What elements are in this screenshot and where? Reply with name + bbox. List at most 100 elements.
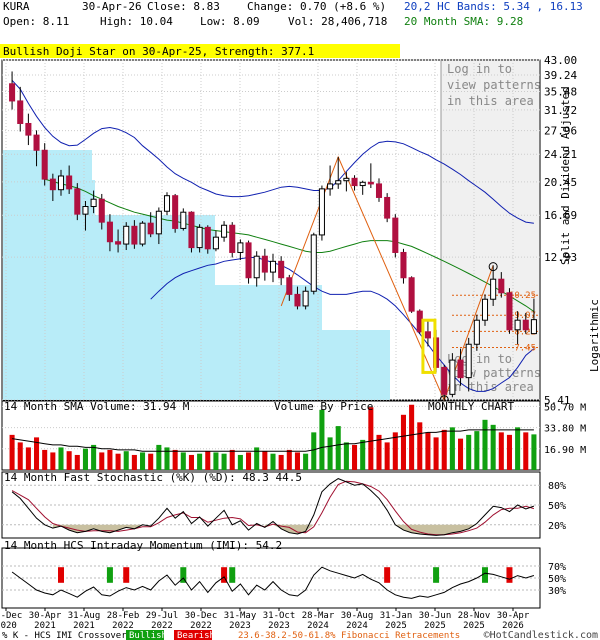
volume-bar bbox=[42, 449, 48, 470]
volume-bar bbox=[433, 437, 439, 470]
volume-bar bbox=[352, 444, 358, 470]
candle-body bbox=[457, 359, 464, 379]
volume-bar bbox=[303, 453, 309, 470]
x-tick-label-year: 2025 bbox=[463, 621, 485, 631]
volume-bar bbox=[66, 451, 72, 470]
volume-bar bbox=[148, 453, 154, 470]
volume-bar bbox=[17, 442, 23, 470]
candle-body bbox=[237, 242, 244, 253]
volume-bar bbox=[123, 451, 129, 470]
x-tick-label-year: 2024 bbox=[346, 621, 368, 631]
candle-body bbox=[49, 178, 56, 191]
candle-body bbox=[506, 292, 513, 331]
bullish-marker bbox=[106, 567, 113, 583]
footer-bullish-text: Bullish bbox=[129, 631, 167, 640]
footer-bearish-text: Bearish bbox=[177, 631, 215, 640]
candle-body bbox=[163, 195, 171, 212]
volume-bar bbox=[400, 414, 406, 470]
candle-body bbox=[384, 196, 391, 219]
candle-body bbox=[327, 183, 334, 190]
x-tick-label-month: 30-Apr bbox=[29, 611, 62, 621]
stochastic-tick-label: 50% bbox=[548, 501, 566, 512]
x-tick-label-year: 2022 bbox=[112, 621, 134, 631]
volume-bar bbox=[197, 453, 203, 470]
vbp-panel-label: Volume By Price bbox=[274, 400, 373, 413]
volume-bar bbox=[229, 449, 235, 470]
volume-bar bbox=[74, 454, 80, 470]
candle-body bbox=[269, 260, 277, 273]
candle-body bbox=[155, 210, 162, 235]
volume-bar bbox=[50, 452, 56, 470]
volume-bar bbox=[360, 439, 366, 470]
volume-bar bbox=[343, 442, 349, 470]
candle-body bbox=[310, 234, 317, 292]
candle-body bbox=[123, 225, 130, 245]
volume-bar bbox=[490, 424, 496, 470]
bullish-marker bbox=[229, 567, 236, 583]
volume-bar bbox=[425, 432, 431, 470]
candle-body bbox=[245, 242, 252, 279]
candle-body bbox=[172, 195, 179, 229]
volume-bar bbox=[498, 432, 504, 470]
x-tick-label-year: 2025 bbox=[385, 621, 407, 631]
volume-bar bbox=[246, 452, 252, 470]
candle-body bbox=[498, 278, 505, 294]
volume-bar bbox=[156, 444, 162, 470]
bearish-marker bbox=[384, 567, 391, 583]
volume-bar bbox=[140, 452, 146, 470]
x-tick-label-month: 30-Jun bbox=[419, 611, 452, 621]
candle-body bbox=[147, 222, 154, 235]
momentum-tick-label: 70% bbox=[548, 562, 566, 573]
candle-body bbox=[90, 198, 97, 208]
candle-body bbox=[294, 293, 301, 307]
candle-body bbox=[229, 224, 236, 253]
volume-tick-label: 33.80 M bbox=[544, 424, 586, 435]
volume-bar bbox=[417, 422, 423, 470]
login-note: view patterns bbox=[447, 78, 541, 92]
volume-bar bbox=[458, 438, 464, 470]
x-tick-label-year: 2025 bbox=[424, 621, 446, 631]
candle-body bbox=[66, 175, 73, 190]
x-tick-label-month: 28-Feb bbox=[107, 611, 140, 621]
volume-bar bbox=[58, 447, 64, 470]
x-tick-label-month: 30-Apr bbox=[497, 611, 530, 621]
x-tick-label-year: 2023 bbox=[229, 621, 251, 631]
volume-bar bbox=[474, 431, 480, 470]
volume-bar bbox=[311, 432, 317, 470]
candle-body bbox=[17, 100, 24, 124]
volume-bar bbox=[262, 451, 268, 470]
x-tick-label-month: 30-Dec bbox=[185, 611, 218, 621]
candle-body bbox=[74, 188, 81, 215]
candle-body bbox=[359, 181, 366, 187]
login-note-lower: Log in to bbox=[447, 352, 512, 366]
volume-bar bbox=[409, 404, 415, 470]
candle-body bbox=[392, 217, 399, 253]
stochastic-tick-label: 20% bbox=[548, 521, 566, 532]
volume-bar bbox=[9, 434, 15, 470]
volume-bar bbox=[368, 407, 374, 470]
candle-body bbox=[212, 236, 219, 250]
volume-bar bbox=[531, 434, 537, 470]
candle-body bbox=[57, 175, 65, 191]
volume-bar bbox=[180, 452, 186, 470]
candle-body bbox=[221, 224, 228, 238]
volume-bar bbox=[327, 437, 333, 470]
x-tick-label-year: 2020 bbox=[0, 621, 17, 631]
x-tick-label-month: 30-Aug bbox=[341, 611, 374, 621]
candle-body bbox=[335, 180, 342, 185]
candle-body bbox=[441, 366, 448, 395]
candle-body bbox=[82, 206, 89, 215]
candle-body bbox=[481, 298, 489, 321]
candle-body bbox=[490, 278, 497, 300]
volume-bar bbox=[384, 442, 390, 470]
x-tick-label-year: 2021 bbox=[34, 621, 56, 631]
x-tick-label-month: 31-Oct bbox=[263, 611, 296, 621]
candle-body bbox=[139, 222, 146, 245]
price-tick-label: 43.00 bbox=[544, 54, 577, 67]
volume-bar bbox=[515, 427, 521, 470]
candle-body bbox=[530, 319, 537, 335]
x-tick-label-month: 29-Jul bbox=[146, 611, 179, 621]
x-tick-label-year: 2022 bbox=[190, 621, 212, 631]
candle-body bbox=[351, 177, 358, 187]
login-note: Log in to bbox=[447, 62, 512, 76]
